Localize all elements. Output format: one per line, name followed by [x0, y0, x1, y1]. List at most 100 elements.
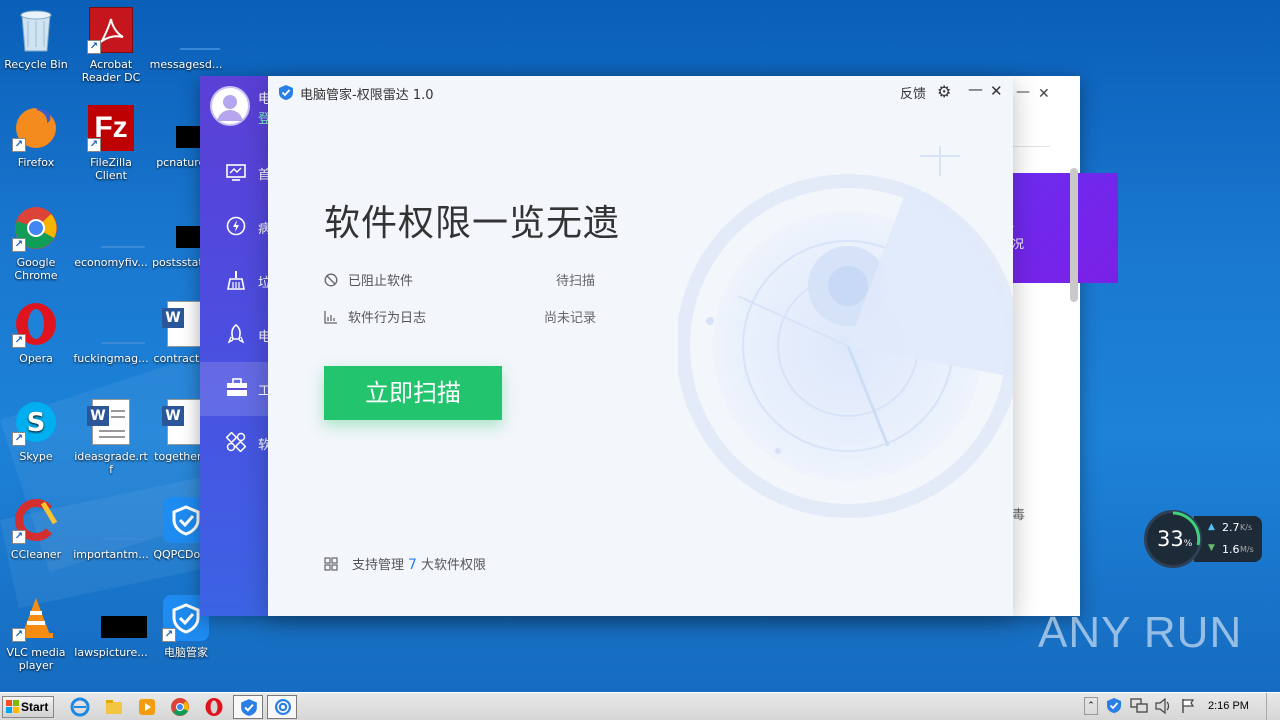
desktop-icon-file[interactable]: lawspicture... [73, 594, 149, 659]
shortcut-arrow-icon: ↗ [87, 40, 101, 54]
taskbar-radar-button[interactable] [267, 695, 297, 719]
nav-item-software[interactable]: 软 [200, 416, 268, 470]
volume-icon[interactable] [1154, 698, 1172, 714]
desktop-icon-rtf[interactable]: W ideasgrade.rtf [73, 398, 149, 476]
feedback-link[interactable]: 反馈 [900, 83, 926, 102]
nav-item-label: 工 [258, 384, 268, 399]
window-title: 电脑管家-权限雷达 1.0 [300, 88, 434, 103]
blank-file-icon [87, 300, 145, 348]
desktop-icon-acrobat[interactable]: ↗ Acrobat Reader DC [73, 6, 149, 84]
desktop-icon-label: 电脑管家 [164, 646, 208, 659]
desktop-icon-vlc[interactable]: ↗ VLC media player [0, 594, 74, 672]
desktop-icon-chrome[interactable]: ↗ Google Chrome [0, 204, 74, 282]
show-desktop-button[interactable] [1266, 693, 1280, 720]
start-label: Start [21, 700, 49, 714]
blocked-software-status: 待扫描 [556, 274, 596, 289]
purple-promo-banner[interactable]: 理 状况 [998, 173, 1118, 283]
upload-arrow-icon: ▲ [1208, 522, 1215, 532]
usage-percent-value: 33 [1157, 527, 1184, 551]
blank-file-icon [87, 204, 145, 252]
blank-file-icon [87, 496, 145, 544]
nav-item-acceleration[interactable]: 电 [200, 308, 268, 362]
chart-icon [324, 311, 337, 324]
nav-item-cleanup[interactable]: 垃 [200, 254, 268, 308]
nav-item-label: 病 [258, 222, 268, 237]
nav-item-label: 垃 [258, 276, 268, 291]
file-explorer-icon[interactable] [104, 697, 124, 717]
avatar[interactable] [210, 86, 250, 126]
row-label: 已阻止软件 [348, 274, 414, 289]
vlc-cone-icon: ↗ [12, 594, 60, 642]
media-player-icon[interactable] [137, 697, 157, 717]
desktop-icon-filezilla[interactable]: Fz ↗ FileZilla Client [73, 104, 149, 182]
software-grid-icon [226, 432, 246, 452]
desktop-icon-opera[interactable]: ↗ Opera [0, 300, 74, 365]
desktop-icon-skype[interactable]: S ↗ Skype [0, 398, 74, 463]
behavior-log-status: 尚未记录 [544, 311, 597, 326]
black-thumbnail-icon [87, 594, 147, 642]
nav-item-home[interactable]: 首 [200, 146, 268, 200]
acrobat-icon: ↗ [87, 6, 135, 54]
pc-manager-tray-icon[interactable] [1106, 697, 1122, 714]
minimize-icon[interactable]: — [1016, 84, 1030, 100]
permission-radar-window[interactable]: 电脑管家-权限雷达 1.0 反馈 ⚙ — ✕ 软件权限一览无遗 已阻止软件 待扫… [268, 76, 1013, 616]
side-text: 毒 [1012, 508, 1026, 523]
settings-gear-icon[interactable]: ⚙ [937, 82, 951, 101]
minimize-icon[interactable]: — [968, 80, 983, 98]
shield-logo-icon [279, 85, 293, 100]
desktop-icon-recycle-bin[interactable]: Recycle Bin [0, 6, 74, 71]
start-button[interactable]: Start [2, 696, 54, 718]
main-sidebar: 电 登 首 病 垃 电 工 软 [200, 76, 268, 616]
close-icon[interactable]: ✕ [990, 82, 1003, 100]
blocked-software-row: 已阻止软件 [324, 270, 413, 289]
desktop-icon-label: Firefox [17, 156, 55, 169]
desktop-icon-firefox[interactable]: ↗ Firefox [0, 104, 74, 169]
shortcut-arrow-icon: ↗ [12, 138, 26, 152]
chrome-icon: ↗ [12, 204, 60, 252]
nav-item-label: 首 [258, 168, 268, 183]
taskbar-clock[interactable]: 2:16 PM [1208, 700, 1249, 712]
nav-item-virus[interactable]: 病 [200, 200, 268, 254]
divider [1010, 146, 1050, 147]
desktop-icon-ccleaner[interactable]: ↗ CCleaner [0, 496, 74, 561]
internet-explorer-icon[interactable] [70, 697, 90, 717]
opera-icon[interactable] [204, 697, 224, 717]
desktop-icon-label: VLC media player [6, 646, 66, 672]
scrollbar-thumb[interactable] [1070, 168, 1078, 302]
scan-now-button[interactable]: 立即扫描 [324, 366, 502, 420]
footer-count: 7 [408, 557, 417, 573]
login-link[interactable]: 登 [258, 108, 268, 127]
upload-unit: K/s [1240, 523, 1253, 532]
desktop-icon-file[interactable]: economyfiv... [73, 204, 149, 269]
nav-item-toolbox[interactable]: 工 [200, 362, 268, 416]
shield-logo-icon [241, 699, 257, 716]
desktop-icon-label: Google Chrome [14, 256, 58, 282]
show-hidden-icons-chevron-icon[interactable]: ⌃ [1084, 697, 1098, 715]
desktop-icon-label: importantm... [73, 548, 149, 561]
desktop-icon-label: lawspicture... [74, 646, 148, 659]
desktop-icon-label: FileZilla Client [90, 156, 132, 182]
desktop-icon-label: Acrobat Reader DC [81, 58, 141, 84]
close-icon[interactable]: ✕ [1038, 86, 1050, 102]
taskbar-pc-manager-button[interactable] [233, 695, 263, 719]
taskbar: Start ⌃ 2:16 PM [0, 692, 1280, 720]
desktop-icon-label: CCleaner [10, 548, 62, 561]
desktop-icon-label: Skype [19, 450, 53, 463]
shortcut-arrow-icon: ↗ [162, 628, 176, 642]
network-icon[interactable] [1130, 698, 1148, 714]
radar-illustration [678, 146, 1013, 518]
desktop-icon-file[interactable]: importantm... [73, 496, 149, 561]
chrome-icon[interactable] [170, 697, 190, 717]
speed-rates: ▲ 2.7 K/s ▼ 1.6 M/s [1194, 516, 1262, 562]
desktop-icon-file[interactable]: messagesd... [148, 6, 224, 71]
shortcut-arrow-icon: ↗ [12, 432, 26, 446]
nav-item-label: 软 [258, 438, 268, 453]
desktop-icon-file[interactable]: fuckingmag... [73, 300, 149, 365]
anyrun-watermark: ANY RUN [1038, 608, 1243, 657]
skype-icon: S ↗ [12, 398, 60, 446]
behavior-log-row: 软件行为日志 [324, 307, 426, 326]
footer-suffix: 大软件权限 [420, 558, 486, 573]
nav-item-label: 电 [258, 330, 268, 345]
footer-support-text: 支持管理 7 大软件权限 [324, 554, 486, 573]
action-center-flag-icon[interactable] [1180, 698, 1196, 714]
